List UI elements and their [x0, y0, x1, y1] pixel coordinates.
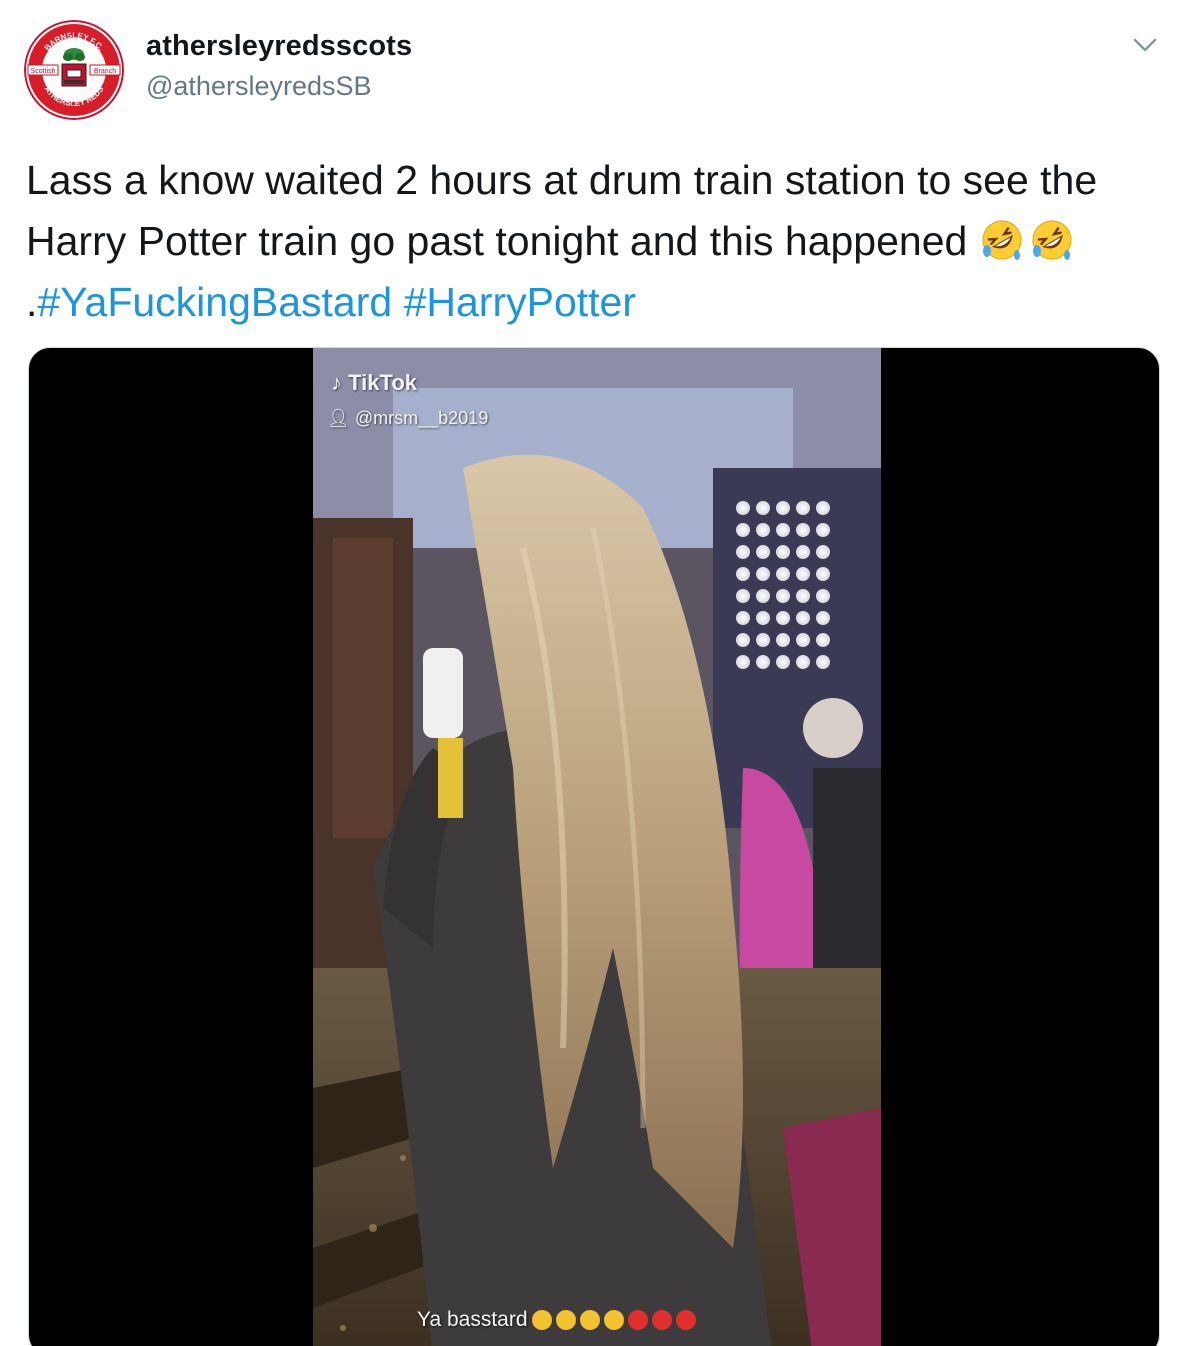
tiktok-username: 👤︎ @mrsm__b2019: [327, 408, 489, 428]
red-icon: [651, 1310, 672, 1330]
chevron-down-icon[interactable]: [1130, 30, 1160, 60]
tweet-text: Lass a know waited 2 hours at drum train…: [26, 150, 1156, 333]
rolling-on-floor-laughing-icon: [979, 217, 1025, 263]
tiktok-note-icon: ♪: [331, 370, 342, 395]
separator: .: [26, 279, 38, 325]
rolling-on-floor-laughing-icon: [1029, 217, 1075, 263]
user-handle[interactable]: @athersleyredsSB: [146, 71, 412, 102]
user-info: athersleyredsscots @athersleyredsSB: [146, 30, 412, 102]
tiktok-watermark: ♪ TikTok: [331, 370, 417, 396]
tweet-body: Lass a know waited 2 hours at drum train…: [26, 157, 1098, 264]
red-icon: [675, 1310, 696, 1330]
red-icon: [627, 1310, 648, 1330]
avatar[interactable]: BARNSLEY F.C. ATHERSLEY REDS Scottish Br…: [24, 20, 124, 120]
logo-text-right: Branch: [94, 68, 116, 75]
laughing-icon: [579, 1310, 600, 1330]
video-caption: Ya basstard: [417, 1308, 696, 1332]
club-logo: BARNSLEY F.C. ATHERSLEY REDS Scottish Br…: [24, 20, 124, 120]
user-icon: 👤︎: [327, 408, 350, 428]
video-player[interactable]: ♪ TikTok 👤︎ @mrsm__b2019 Ya basstard: [28, 347, 1160, 1346]
hashtag-link[interactable]: #HarryPotter: [404, 279, 636, 325]
laughing-icon: [603, 1310, 624, 1330]
display-name[interactable]: athersleyredsscots: [146, 30, 412, 63]
caption-text: Ya basstard: [417, 1308, 528, 1331]
laughing-icon: [531, 1310, 552, 1330]
laughing-icon: [555, 1310, 576, 1330]
hashtag-link[interactable]: #YaFuckingBastard: [37, 279, 392, 325]
logo-text-left: Scottish: [31, 68, 56, 75]
video-frame: ♪ TikTok 👤︎ @mrsm__b2019 Ya basstard: [313, 348, 881, 1346]
video-still: [313, 348, 881, 1346]
tiktok-app-name: TikTok: [348, 370, 417, 395]
tweet-card: BARNSLEY F.C. ATHERSLEY REDS Scottish Br…: [0, 0, 1188, 1346]
